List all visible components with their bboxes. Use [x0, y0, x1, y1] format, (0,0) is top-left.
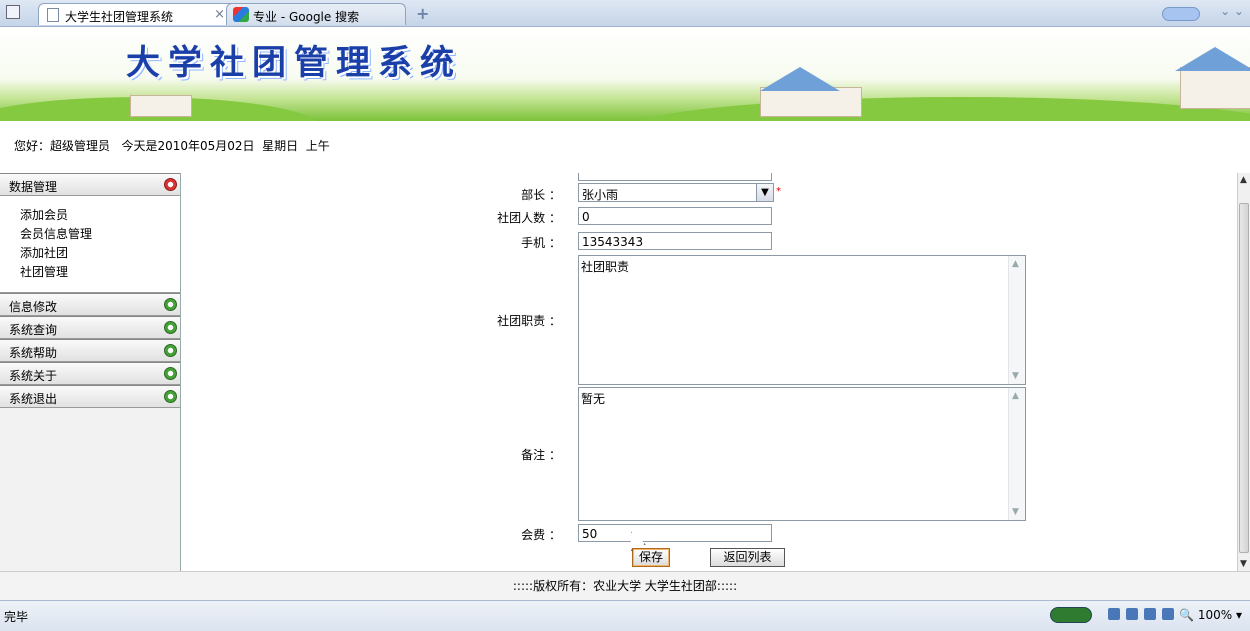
phone-input[interactable]: 13543343 — [578, 232, 772, 250]
site-banner: 大学社团管理系统 — [0, 27, 1250, 121]
new-tab-button[interactable]: + — [416, 4, 429, 23]
remark-label: 备注 ： — [521, 448, 561, 462]
duty-textarea[interactable]: 社团职责 ▲ ▼ — [578, 255, 1026, 385]
duty-text: 社团职责 — [581, 260, 630, 274]
tab-label: 大学生社团管理系统 — [65, 10, 174, 24]
expand-icon[interactable] — [164, 367, 177, 380]
expand-icon[interactable] — [164, 390, 177, 403]
remark-textarea[interactable]: 暂无 ▲ ▼ — [578, 387, 1026, 521]
scroll-down-icon[interactable]: ▼ — [1012, 507, 1019, 517]
member-count-input[interactable]: 0 — [578, 207, 772, 225]
window-menu-icon[interactable] — [6, 5, 20, 19]
back-to-list-button[interactable]: 返回列表 — [710, 548, 785, 567]
scroll-up-icon[interactable]: ▲ — [1012, 259, 1019, 269]
duty-label: 社团职责 ： — [497, 314, 561, 328]
banner-title: 大学社团管理系统 — [126, 43, 462, 83]
minister-label: 部长 ： — [521, 188, 561, 202]
tab-club-system[interactable]: 大学生社团管理系统 × — [38, 3, 248, 25]
page-footer: :::::版权所有：农业大学 大学生社团部::::: — [0, 571, 1250, 601]
scroll-up-icon[interactable]: ▲ — [1240, 175, 1247, 185]
sidebar-section-label: 信息修改 — [9, 300, 58, 314]
sidebar-section-label: 系统帮助 — [9, 346, 58, 360]
toggle-icon[interactable] — [1050, 607, 1092, 623]
close-icon[interactable]: × — [214, 7, 225, 22]
sidebar: 数据管理 添加会员 会员信息管理 添加社团 社团管理 信息修改 系统查询 系统帮… — [0, 173, 181, 571]
scrollbar-thumb[interactable] — [1239, 203, 1249, 553]
sidebar-section-system-exit[interactable]: 系统退出 — [0, 385, 180, 408]
scroll-up-icon[interactable]: ▲ — [1012, 391, 1019, 401]
sidebar-item-member-info[interactable]: 会员信息管理 — [20, 225, 180, 244]
minister-select[interactable]: 张小雨 ▼ — [578, 183, 774, 202]
member-count-label: 社团人数 ： — [497, 211, 561, 225]
toggle-icon[interactable] — [1162, 7, 1200, 21]
browser-tab-bar: 大学生社团管理系统 × 专业 - Google 搜索 + ⌄ ⌄ — [0, 0, 1250, 27]
sidebar-section-data-management[interactable]: 数据管理 — [0, 173, 180, 196]
partial-field-above[interactable] — [578, 173, 772, 181]
tab-google-search[interactable]: 专业 - Google 搜索 — [226, 3, 406, 25]
greeting-text: 您好：超级管理员 今天是2010年05月02日 星期日 上午 — [14, 139, 330, 153]
fee-label: 会费 ： — [521, 528, 561, 542]
expand-icon[interactable] — [164, 298, 177, 311]
chevron-down-icon[interactable]: ⌄ ⌄ — [1220, 4, 1244, 18]
sidebar-section-label: 系统退出 — [9, 392, 58, 406]
sidebar-submenu: 添加会员 会员信息管理 添加社团 社团管理 — [0, 196, 180, 293]
textarea-scrollbar[interactable]: ▲ ▼ — [1008, 256, 1025, 384]
hill-shape — [620, 97, 1250, 121]
roof-shape — [760, 67, 840, 91]
expand-icon[interactable] — [164, 321, 177, 334]
scroll-down-icon[interactable]: ▼ — [1240, 559, 1247, 569]
speaker-icon[interactable] — [1162, 608, 1174, 620]
main-form-area: 部长 ： 张小雨 ▼ * 社团人数 ： 0 手机 ： 13543343 社团职责… — [181, 173, 1237, 571]
zoom-value: 100% — [1197, 608, 1233, 622]
collapse-icon[interactable] — [164, 178, 177, 191]
status-text: 完毕 — [4, 610, 29, 624]
fee-input[interactable]: 50 — [578, 524, 772, 542]
sidebar-section-label: 系统关于 — [9, 369, 58, 383]
page-scrollbar[interactable]: ▲ ▼ — [1237, 173, 1250, 571]
sidebar-section-system-help[interactable]: 系统帮助 — [0, 339, 180, 362]
sidebar-section-info-edit[interactable]: 信息修改 — [0, 293, 180, 316]
document-icon — [47, 8, 59, 22]
expand-icon[interactable] — [164, 344, 177, 357]
tab-label: 专业 - Google 搜索 — [253, 10, 360, 24]
sidebar-item-add-club[interactable]: 添加社团 — [20, 244, 180, 263]
sidebar-item-club-management[interactable]: 社团管理 — [20, 263, 180, 282]
sidebar-section-label: 系统查询 — [9, 323, 58, 337]
chevron-down-icon[interactable]: ▼ — [756, 184, 773, 201]
page-icon[interactable] — [1126, 608, 1138, 620]
scroll-down-icon[interactable]: ▼ — [1012, 371, 1019, 381]
phone-label: 手机 ： — [521, 236, 561, 250]
printer-icon[interactable] — [1144, 608, 1156, 620]
roof-shape — [1175, 47, 1250, 71]
sidebar-section-label: 数据管理 — [9, 180, 58, 194]
zoom-level[interactable]: 🔍 100% ▾ — [1179, 608, 1242, 622]
house-shape — [1180, 67, 1250, 109]
refresh-icon[interactable] — [1108, 608, 1120, 620]
textarea-scrollbar[interactable]: ▲ ▼ — [1008, 388, 1025, 520]
google-icon — [233, 7, 249, 22]
required-mark: * — [776, 186, 781, 197]
house-shape — [760, 87, 862, 117]
sidebar-section-system-about[interactable]: 系统关于 — [0, 362, 180, 385]
minister-value: 张小雨 — [582, 188, 619, 202]
save-button[interactable]: 保存 — [632, 548, 670, 567]
browser-status-bar: 完毕 🔍 100% ▾ — [0, 600, 1250, 631]
sidebar-section-system-query[interactable]: 系统查询 — [0, 316, 180, 339]
sidebar-item-add-member[interactable]: 添加会员 — [20, 206, 180, 225]
house-shape — [130, 95, 192, 117]
remark-text: 暂无 — [581, 392, 606, 406]
